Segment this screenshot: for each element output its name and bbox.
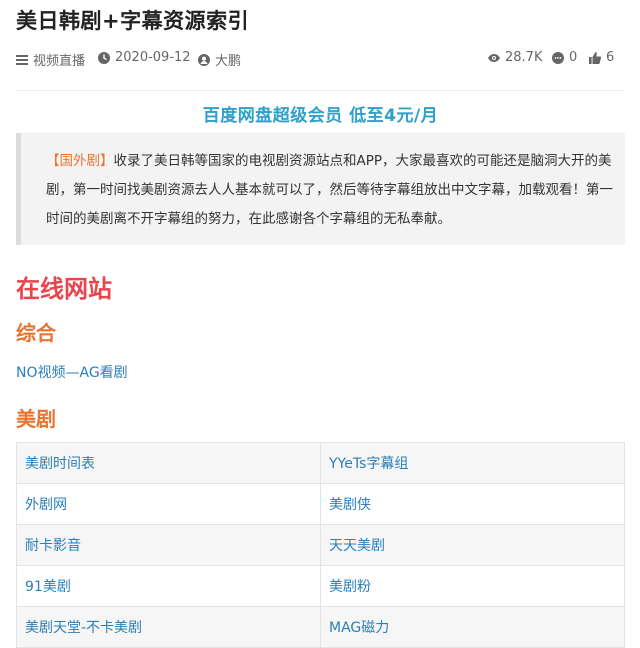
meta-date-label: 2020-09-12 (115, 50, 191, 65)
divider (16, 90, 625, 91)
site-link[interactable]: 91美剧 (16, 565, 321, 607)
meta-author[interactable]: 大鹏 (198, 50, 241, 69)
site-link[interactable]: 美剧粉 (320, 565, 625, 607)
quote-tag: 【国外剧】 (46, 153, 114, 169)
subheading-general: 综合 (16, 321, 56, 345)
table-row: 美剧时间表 YYeTs字幕组 (16, 442, 625, 484)
eye-icon (488, 53, 500, 62)
list-icon (16, 54, 28, 65)
subheading-us-drama: 美剧 (16, 407, 56, 431)
article-meta: 视频直播 2020-09-12 大鹏 28.7K 0 6 (16, 50, 625, 72)
table-row: 外剧网 美剧侠 (16, 483, 625, 525)
page-title: 美日韩剧+字幕资源索引 (16, 9, 250, 33)
table-row: 耐卡影音 天天美剧 (16, 524, 625, 566)
comment-icon (552, 51, 564, 64)
site-link[interactable]: MAG磁力 (320, 606, 625, 648)
promo-link[interactable]: 百度网盘超级会员 低至4元/月 (16, 101, 625, 126)
site-link[interactable]: 耐卡影音 (16, 524, 321, 566)
meta-views-count: 28.7K (505, 50, 543, 65)
meta-category[interactable]: 视频直播 (16, 50, 85, 69)
site-link[interactable]: 外剧网 (16, 483, 321, 525)
thumbs-up-icon (589, 51, 601, 64)
site-link-no-video[interactable]: NO视频—AG看剧 (16, 362, 128, 382)
site-link[interactable]: 天天美剧 (320, 524, 625, 566)
intro-quote: 【国外剧】收录了美日韩等国家的电视剧资源站点和APP，大家最喜欢的可能还是脑洞大… (16, 133, 625, 245)
meta-likes[interactable]: 6 (589, 50, 614, 65)
site-link[interactable]: 美剧时间表 (16, 442, 321, 484)
quote-text: 收录了美日韩等国家的电视剧资源站点和APP，大家最喜欢的可能还是脑洞大开的美剧，… (46, 153, 613, 227)
meta-author-label: 大鹏 (215, 54, 242, 69)
meta-views: 28.7K (488, 50, 542, 65)
site-link[interactable]: 美剧侠 (320, 483, 625, 525)
meta-comments-count: 0 (569, 50, 578, 65)
user-icon (198, 53, 210, 66)
table-row: 91美剧 美剧粉 (16, 565, 625, 607)
site-link[interactable]: 美剧天堂-不卡美剧 (16, 606, 321, 648)
meta-comments[interactable]: 0 (552, 50, 577, 65)
meta-category-label: 视频直播 (33, 54, 86, 69)
clock-icon (98, 51, 110, 64)
site-link[interactable]: YYeTs字幕组 (320, 442, 625, 484)
meta-likes-count: 6 (606, 50, 615, 65)
site-table: 美剧时间表 YYeTs字幕组 外剧网 美剧侠 耐卡影音 天天美剧 91美剧 美剧… (16, 442, 625, 648)
section-title: 在线网站 (16, 275, 112, 303)
meta-date: 2020-09-12 (98, 50, 191, 65)
table-row: 美剧天堂-不卡美剧 MAG磁力 (16, 606, 625, 648)
